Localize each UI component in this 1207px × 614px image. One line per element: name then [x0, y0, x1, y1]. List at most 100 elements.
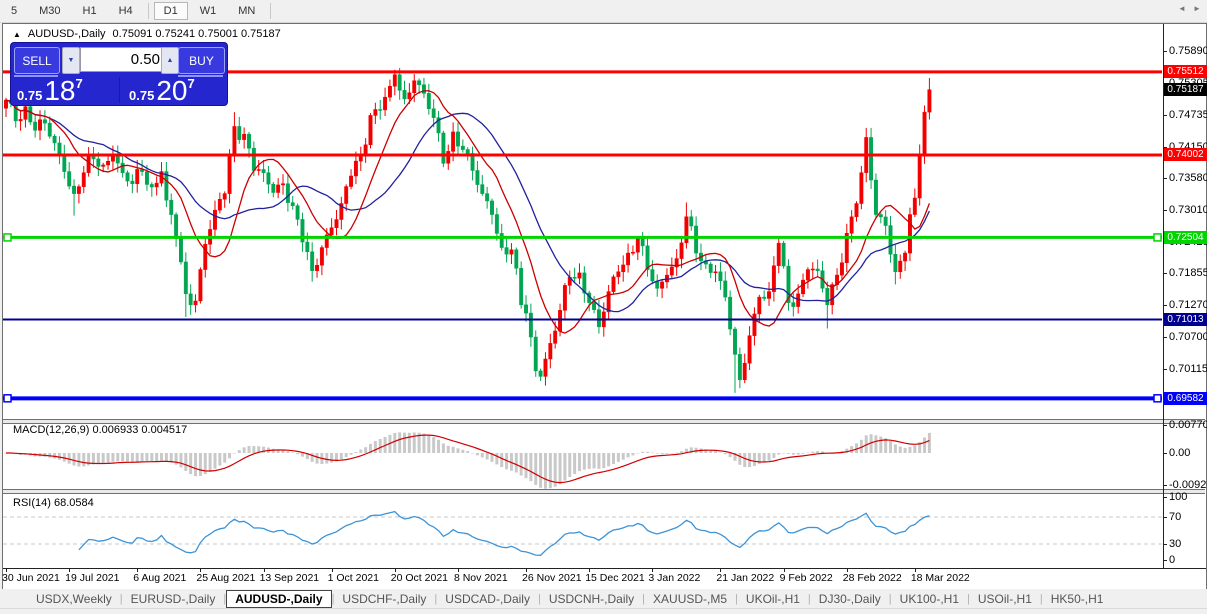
macd-histogram-bar: [441, 443, 445, 453]
macd-histogram-bar: [908, 446, 912, 453]
macd-histogram-bar: [587, 453, 591, 469]
timeframe-button-h1[interactable]: H1: [73, 2, 107, 20]
chart-tab-usoil[interactable]: USOil-,H1: [970, 591, 1040, 607]
macd-indicator-label: MACD(12,26,9) 0.006933 0.004517: [13, 424, 188, 436]
candle-body: [295, 205, 300, 220]
chart-tab-eurusd[interactable]: EURUSD-,Daily: [123, 591, 224, 607]
timeframe-button-m30[interactable]: M30: [29, 2, 70, 20]
macd-histogram-bar: [529, 453, 533, 482]
pane-splitter-rsi[interactable]: [3, 489, 1205, 494]
sell-price[interactable]: 0.75 18 7: [17, 77, 83, 105]
chart-tab-usdcnh[interactable]: USDCNH-,Daily: [541, 591, 642, 607]
line-handle: [1153, 233, 1162, 242]
candle-body: [558, 310, 562, 332]
candle-body: [106, 160, 111, 166]
tab-scroll-right-icon[interactable]: ►: [1193, 4, 1201, 13]
timeframe-button-h4[interactable]: H4: [109, 2, 143, 20]
macd-histogram-bar: [349, 453, 353, 455]
macd-histogram-bar: [179, 453, 183, 468]
candle-body: [256, 169, 261, 171]
candle-body: [592, 302, 597, 310]
chart-tab-ukoil[interactable]: UKOil-,H1: [738, 591, 808, 607]
candle-body: [358, 155, 363, 162]
candle-body: [494, 214, 499, 234]
sell-price-prefix: 0.75: [17, 88, 43, 103]
price-tick-label: 0.71855: [1169, 267, 1207, 280]
macd-histogram-bar: [607, 453, 611, 467]
rsi-indicator-label: RSI(14) 68.0584: [13, 497, 94, 509]
price-tick: [1163, 305, 1167, 307]
macd-histogram-bar: [850, 446, 854, 453]
candle-body: [689, 216, 694, 227]
macd-histogram-bar: [237, 450, 241, 453]
candle-body: [543, 358, 548, 377]
macd-histogram-bar: [524, 453, 528, 479]
candle-body: [883, 216, 888, 226]
candles-and-ma-layer: [4, 67, 932, 393]
rsi-tick-label: 30: [1169, 538, 1182, 550]
macd-histogram-bar: [548, 453, 552, 489]
candle-body: [285, 183, 290, 203]
chart-tab-usdchf[interactable]: USDCHF-,Daily: [334, 591, 434, 607]
sell-button[interactable]: SELL: [14, 47, 60, 74]
timeframe-button-w1[interactable]: W1: [190, 2, 227, 20]
macd-histogram-bar: [135, 453, 139, 462]
price-tick-label: 0.75890: [1169, 45, 1207, 57]
volume-decrease-button[interactable]: ▼: [62, 47, 80, 74]
tab-scroll-left-icon[interactable]: ◄: [1178, 4, 1186, 13]
macd-histogram-bar: [194, 453, 198, 477]
chart-tab-dj30[interactable]: DJ30-,Daily: [811, 591, 889, 607]
candle-body: [548, 343, 553, 360]
macd-histogram-bar: [752, 453, 756, 466]
macd-histogram-bar: [767, 453, 771, 461]
date-tick-label: 21 Jan 2022: [716, 572, 775, 584]
chart-tab-audusd[interactable]: AUDUSD-,Daily: [226, 589, 332, 608]
macd-histogram-bar: [660, 453, 664, 454]
candle-body: [261, 169, 266, 173]
chart-tab-xauusd[interactable]: XAUUSD-,M5: [645, 591, 735, 607]
rsi-tick-label: 0: [1169, 554, 1176, 566]
candle-body: [242, 133, 247, 140]
macd-histogram-bar: [228, 453, 232, 459]
candle-body: [412, 80, 417, 94]
buy-price[interactable]: 0.75 20 7: [129, 77, 195, 105]
macd-tick: [1163, 453, 1167, 454]
macd-histogram-bar: [310, 453, 314, 462]
volume-increase-button[interactable]: ▲: [161, 47, 179, 74]
macd-histogram-bar: [184, 453, 188, 471]
chart-tab-usdx[interactable]: USDX,Weekly: [28, 591, 120, 607]
candle-body: [762, 296, 767, 299]
buy-button[interactable]: BUY: [178, 47, 225, 74]
candle-body: [815, 268, 820, 271]
macd-histogram-bar: [101, 453, 105, 464]
macd-histogram-bar: [398, 432, 402, 453]
chart-canvas[interactable]: [0, 23, 1207, 588]
candle-body: [373, 109, 378, 116]
macd-histogram-bar: [796, 453, 800, 455]
candle-body: [839, 262, 844, 276]
macd-histogram-bar: [646, 451, 650, 453]
chart-tab-usdcad[interactable]: USDCAD-,Daily: [437, 591, 538, 607]
candle-body: [67, 171, 72, 187]
timeframe-button-mn[interactable]: MN: [228, 2, 265, 20]
symbol-marker-icon: ▲: [13, 29, 21, 39]
candle-body: [630, 251, 635, 254]
toolbar-separator: [270, 3, 272, 19]
candle-body: [305, 241, 310, 253]
macd-histogram-bar: [291, 452, 295, 453]
timeframe-button-d1[interactable]: D1: [153, 2, 188, 20]
price-axis-border: [1163, 24, 1164, 568]
chart-tab-hk50[interactable]: HK50-,H1: [1043, 591, 1112, 607]
candle-body: [616, 271, 621, 278]
candle-body: [490, 200, 494, 215]
macd-histogram-bar: [500, 453, 504, 468]
macd-histogram-bar: [232, 453, 236, 454]
macd-histogram-bar: [772, 453, 776, 458]
candle-body: [446, 151, 451, 164]
volume-input[interactable]: [80, 47, 166, 72]
timeframe-button-5[interactable]: 5: [1, 2, 27, 20]
rsi-layer: [3, 510, 1162, 556]
chart-tab-uk100[interactable]: UK100-,H1: [892, 591, 967, 607]
rsi-tick: [1163, 497, 1167, 498]
candle-body: [514, 249, 519, 269]
